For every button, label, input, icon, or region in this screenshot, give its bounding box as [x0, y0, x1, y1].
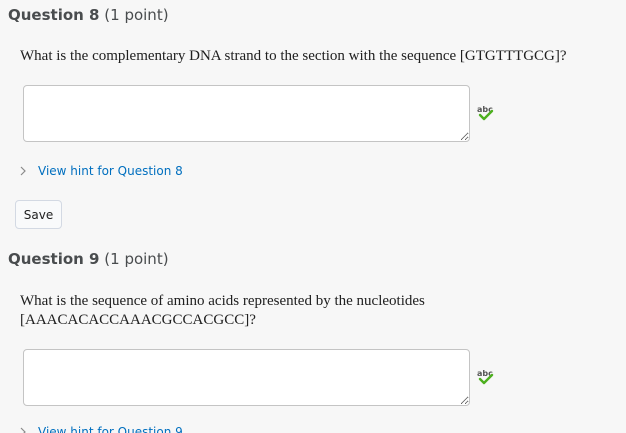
- question-9-text: What is the sequence of amino acids repr…: [20, 293, 425, 328]
- spellcheck-icon[interactable]: abc: [475, 368, 495, 386]
- question-9-answer-input[interactable]: [23, 349, 470, 406]
- save-button[interactable]: Save: [15, 200, 62, 229]
- question-8-answer-input[interactable]: [23, 85, 470, 142]
- quiz-page: Question 8 (1 point) What is the complem…: [0, 0, 626, 433]
- question-9-hint-toggle[interactable]: View hint for Question 9: [18, 424, 183, 433]
- question-9-title: Question 9: [8, 250, 100, 268]
- question-8-points: (1 point): [104, 6, 169, 24]
- question-8-hint-link[interactable]: View hint for Question 8: [38, 164, 183, 178]
- question-9-header: Question 9 (1 point): [8, 250, 169, 268]
- question-8-title: Question 8: [8, 6, 100, 24]
- question-9-hint-link[interactable]: View hint for Question 9: [38, 425, 183, 433]
- question-8-text: What is the complementary DNA strand to …: [20, 48, 567, 64]
- chevron-right-icon: [20, 166, 26, 176]
- question-8-hint-toggle[interactable]: View hint for Question 8: [18, 163, 183, 179]
- spellcheck-icon[interactable]: abc: [475, 104, 495, 122]
- chevron-right-icon: [20, 427, 26, 433]
- question-8-header: Question 8 (1 point): [8, 6, 169, 24]
- question-9-points: (1 point): [104, 250, 169, 268]
